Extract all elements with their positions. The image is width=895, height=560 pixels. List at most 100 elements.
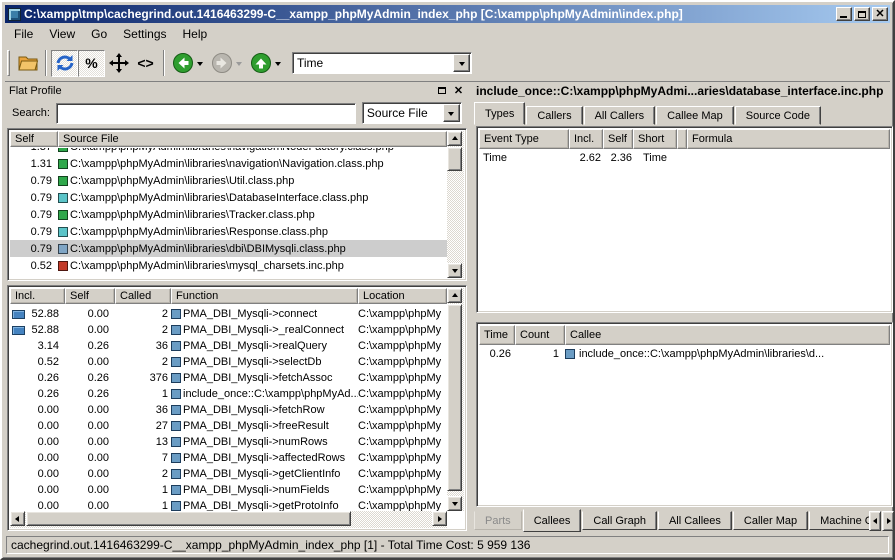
tab-callees[interactable]: Callees: [523, 509, 582, 532]
column-header-source-file[interactable]: Source File: [58, 131, 447, 147]
column-header-incl[interactable]: Incl.: [569, 129, 603, 149]
column-header-short[interactable]: Short: [633, 129, 677, 149]
app-icon: [8, 8, 21, 21]
up-dropdown-icon[interactable]: [275, 62, 281, 69]
function-row[interactable]: 0.00 0.00 13 PMA_DBI_Mysqli->numRows C:\…: [10, 434, 447, 450]
up-button[interactable]: [247, 50, 274, 77]
scroll-right-button[interactable]: [432, 511, 447, 526]
column-header-location[interactable]: Location: [358, 288, 447, 304]
column-header-event-type[interactable]: Event Type: [479, 129, 569, 149]
source-file-row[interactable]: 1.37 C:\xampp\phpMyAdmin\libraries\navig…: [10, 148, 447, 155]
function-row[interactable]: 0.00 0.00 27 PMA_DBI_Mysqli->freeResult …: [10, 418, 447, 434]
source-file-row[interactable]: 0.79 C:\xampp\phpMyAdmin\libraries\Datab…: [10, 189, 447, 206]
column-header-count[interactable]: Count: [515, 325, 565, 345]
function-row[interactable]: 0.00 0.00 1 PMA_DBI_Mysqli->getProtoInfo…: [10, 498, 447, 511]
tab-scroll-buttons: [868, 511, 894, 531]
combo-dropdown-button[interactable]: [453, 54, 470, 72]
tab-call-graph[interactable]: Call Graph: [582, 511, 657, 530]
menu-item-file[interactable]: File: [6, 24, 41, 44]
grouping-combobox[interactable]: Source File: [362, 102, 462, 124]
source-vertical-scrollbar[interactable]: [447, 131, 464, 278]
function-row[interactable]: 0.00 0.00 7 PMA_DBI_Mysqli->affectedRows…: [10, 450, 447, 466]
scroll-down-button[interactable]: [447, 496, 462, 511]
column-header-function[interactable]: Function: [171, 288, 358, 304]
tab-source-code[interactable]: Source Code: [735, 106, 821, 125]
open-file-button[interactable]: [14, 50, 41, 77]
window-title: C:\xampp\tmp\cachegrind.out.1416463299-C…: [24, 6, 834, 22]
function-row[interactable]: 0.26 0.26 1 include_once::C:\xampp\phpMy…: [10, 386, 447, 402]
column-header-self[interactable]: Self: [65, 288, 115, 304]
minimize-button[interactable]: [836, 7, 852, 21]
function-horizontal-scrollbar[interactable]: [10, 511, 447, 528]
function-row[interactable]: 52.88 0.00 2 PMA_DBI_Mysqli->connect C:\…: [10, 306, 447, 322]
combo-dropdown-button[interactable]: [443, 104, 460, 122]
float-dock-button[interactable]: [435, 85, 448, 97]
column-header-time[interactable]: Time: [479, 325, 515, 345]
back-button[interactable]: [169, 50, 196, 77]
float-icon: [438, 87, 446, 94]
source-file-row[interactable]: 0.79 C:\xampp\phpMyAdmin\libraries\Track…: [10, 206, 447, 223]
scroll-up-button[interactable]: [447, 288, 462, 303]
event-type-combobox[interactable]: Time: [292, 52, 472, 74]
search-label: Search:: [7, 107, 56, 119]
column-header-called[interactable]: Called: [115, 288, 171, 304]
tab-caller-map[interactable]: Caller Map: [733, 511, 808, 530]
tabs-scroll-right-button[interactable]: [882, 511, 894, 531]
source-file-row[interactable]: 1.31 C:\xampp\phpMyAdmin\libraries\navig…: [10, 155, 447, 172]
function-row[interactable]: 0.00 0.00 2 PMA_DBI_Mysqli->getClientInf…: [10, 466, 447, 482]
function-vertical-scrollbar[interactable]: [447, 288, 464, 511]
callee-row[interactable]: 0.26 1 include_once::C:\xampp\phpMyAdmin…: [479, 345, 890, 362]
scroll-thumb[interactable]: [447, 147, 462, 171]
column-header-self[interactable]: Self: [10, 131, 58, 147]
source-file-row[interactable]: 0.79 C:\xampp\phpMyAdmin\libraries\Util.…: [10, 172, 447, 189]
close-dock-button[interactable]: ✕: [452, 85, 465, 97]
menu-item-go[interactable]: Go: [83, 24, 115, 44]
function-icon: [171, 501, 181, 511]
scroll-left-button[interactable]: [10, 511, 25, 526]
column-header-incl[interactable]: Incl.: [10, 288, 65, 304]
tab-machine-code[interactable]: Machine Code: [809, 511, 870, 530]
function-row[interactable]: 0.26 0.26 376 PMA_DBI_Mysqli->fetchAssoc…: [10, 370, 447, 386]
event-type-row[interactable]: Time 2.62 2.36 Time: [479, 149, 890, 166]
back-dropdown-icon[interactable]: [197, 62, 203, 69]
tab-types[interactable]: Types: [474, 102, 525, 125]
source-file-row[interactable]: 0.79 C:\xampp\phpMyAdmin\libraries\Respo…: [10, 223, 447, 240]
folder-open-icon: [17, 52, 39, 74]
menu-item-help[interactable]: Help: [175, 24, 216, 44]
up-arrow-icon: [250, 52, 272, 74]
tab-all-callees[interactable]: All Callees: [658, 511, 732, 530]
function-row[interactable]: 0.52 0.00 2 PMA_DBI_Mysqli->selectDb C:\…: [10, 354, 447, 370]
move-arrows-icon: [108, 52, 130, 74]
minimize-icon: [840, 16, 847, 18]
column-header-callee[interactable]: Callee: [565, 325, 890, 345]
function-icon: [171, 485, 181, 495]
menu-item-settings[interactable]: Settings: [115, 24, 174, 44]
source-file-row[interactable]: 0.79 C:\xampp\phpMyAdmin\libraries\dbi\D…: [10, 240, 447, 257]
expand-areas-button[interactable]: [105, 50, 132, 77]
scroll-up-button[interactable]: [447, 131, 462, 146]
function-row[interactable]: 52.88 0.00 2 PMA_DBI_Mysqli->_realConnec…: [10, 322, 447, 338]
scroll-thumb[interactable]: [447, 304, 462, 491]
menu-item-view[interactable]: View: [41, 24, 83, 44]
relative-percent-button[interactable]: %: [78, 50, 105, 77]
column-header-self[interactable]: Self: [603, 129, 633, 149]
toolbar-separator: [45, 50, 47, 76]
source-file-row[interactable]: 0.52 C:\xampp\phpMyAdmin\libraries\user_…: [10, 274, 447, 278]
function-row[interactable]: 3.14 0.26 36 PMA_DBI_Mysqli->realQuery C…: [10, 338, 447, 354]
tabs-scroll-left-button[interactable]: [869, 511, 881, 531]
tab-all-callers[interactable]: All Callers: [584, 106, 656, 125]
search-input[interactable]: [56, 103, 356, 124]
function-row[interactable]: 0.00 0.00 1 PMA_DBI_Mysqli->numFields C:…: [10, 482, 447, 498]
tab-callers[interactable]: Callers: [526, 106, 582, 125]
cycle-grouping-button[interactable]: [51, 50, 78, 77]
tab-callee-map[interactable]: Callee Map: [656, 106, 734, 125]
scroll-thumb[interactable]: [26, 511, 351, 526]
source-file-row[interactable]: 0.52 C:\xampp\phpMyAdmin\libraries\mysql…: [10, 257, 447, 274]
function-row[interactable]: 0.00 0.00 36 PMA_DBI_Mysqli->fetchRow C:…: [10, 402, 447, 418]
toolbar-handle[interactable]: [7, 50, 10, 76]
maximize-button[interactable]: [854, 7, 870, 21]
column-header-formula[interactable]: Formula: [687, 129, 890, 149]
close-button[interactable]: ✕: [872, 7, 888, 21]
scroll-down-button[interactable]: [447, 263, 462, 278]
shorten-templates-button[interactable]: <>: [132, 50, 159, 77]
